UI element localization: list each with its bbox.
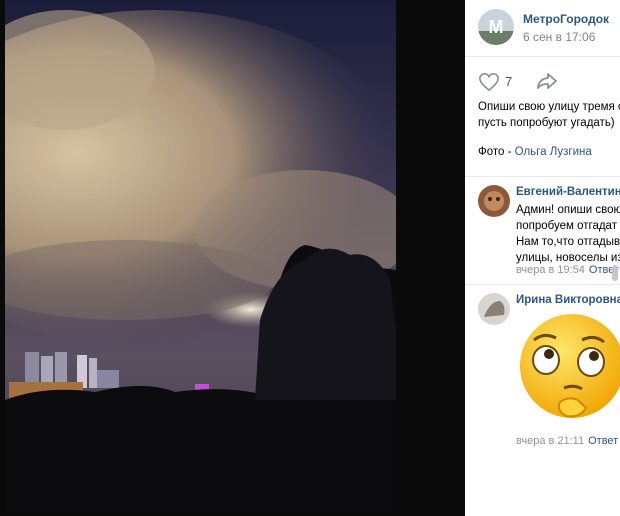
share-button[interactable] [535, 71, 561, 93]
post-sidebar: M МетроГородок 6 сен в 17:06 7 Опиши сво… [465, 0, 620, 516]
thinking-face-sticker [516, 310, 620, 430]
commenter-avatar[interactable] [478, 293, 510, 325]
post-date[interactable]: 6 сен в 17:06 [523, 30, 595, 44]
comment-text-line: Админ! опиши свою [516, 204, 620, 216]
group-avatar[interactable]: M [478, 9, 514, 45]
scrollbar-thumb[interactable] [612, 265, 618, 281]
divider [465, 176, 620, 177]
photo-author-link[interactable]: Ольга Лузгина [515, 146, 592, 158]
comment-text-line: попробуем отгадат [516, 220, 617, 232]
post-text: Опиши свою улицу тремя с пусть попробуют… [478, 99, 620, 131]
comment-time[interactable]: вчера в 19:54 [516, 264, 585, 276]
post-actions: 7 [478, 70, 618, 94]
comment-meta: вчера в 21:11 Ответ [516, 435, 618, 447]
post-photo[interactable] [5, 0, 396, 512]
photo-credit: Фото - Ольга Лузгина [478, 146, 592, 158]
divider [465, 56, 620, 57]
photo-credit-prefix: Фото - [478, 146, 515, 158]
share-icon [537, 73, 557, 89]
comment-text: Админ! опиши свою попробуем отгадат Нам … [516, 202, 620, 266]
like-count: 7 [505, 74, 513, 89]
comment-time[interactable]: вчера в 21:11 [516, 435, 584, 447]
group-name-link[interactable]: МетроГородок [523, 12, 609, 26]
comment-meta: вчера в 19:54 Ответ [516, 264, 619, 276]
comment-text-line: Нам то,что отгадыв [516, 236, 620, 248]
commenter-avatar[interactable] [478, 185, 510, 217]
reply-button[interactable]: Ответ [588, 435, 618, 447]
svg-text:M: M [489, 17, 504, 37]
post-header: M МетроГородок 6 сен в 17:06 [465, 0, 620, 56]
like-button[interactable]: 7 [478, 70, 528, 94]
heart-icon [479, 72, 499, 92]
photo-viewer: M МетроГородок 6 сен в 17:06 7 Опиши сво… [0, 0, 620, 516]
divider [465, 284, 620, 285]
post-text-line: пусть попробуют угадать) [478, 117, 615, 129]
post-text-line: Опиши свою улицу тремя с [478, 101, 620, 113]
comment-author[interactable]: Ирина Викторовна [516, 294, 620, 306]
comment-author[interactable]: Евгений-Валентинов [516, 186, 620, 198]
